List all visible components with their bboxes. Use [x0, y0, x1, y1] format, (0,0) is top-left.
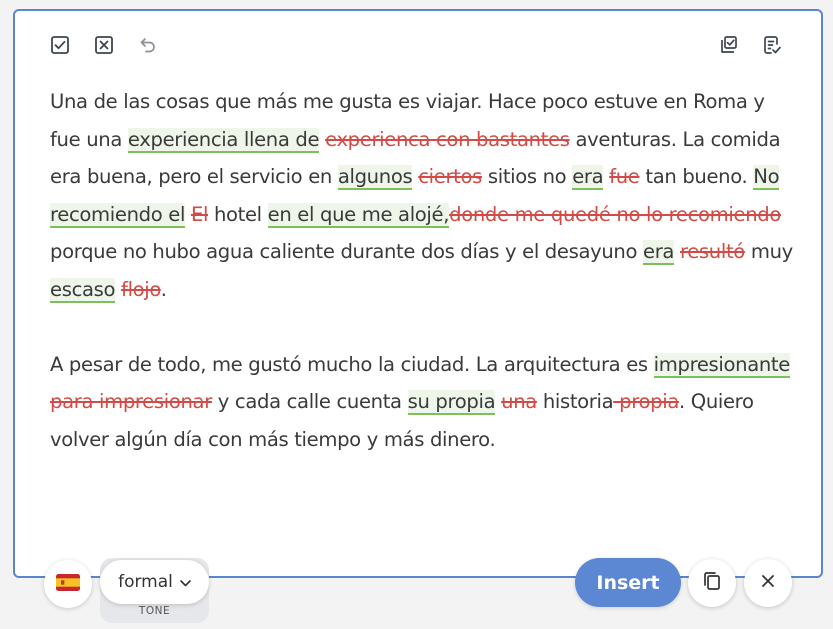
deletion[interactable]: una: [501, 390, 537, 413]
paragraph: A pesar de todo, me gustó mucho la ciuda…: [50, 346, 795, 459]
deletion[interactable]: experienca con bastantes: [325, 128, 570, 151]
undo-icon[interactable]: [136, 33, 160, 57]
text-run: .: [160, 277, 167, 301]
insert-button[interactable]: Insert: [575, 558, 681, 607]
insertion[interactable]: algunos: [337, 165, 413, 190]
deletion[interactable]: fue: [609, 165, 640, 188]
tone-dropdown[interactable]: formal: [100, 560, 209, 604]
text-run: muy: [744, 240, 793, 263]
copy-button[interactable]: [688, 559, 736, 607]
text-run: historia: [536, 390, 614, 413]
deletion[interactable]: propia: [613, 390, 679, 413]
insertion[interactable]: escaso: [50, 277, 115, 303]
close-button[interactable]: [744, 559, 792, 607]
corrected-text[interactable]: Una de las cosas que más me gusta es via…: [50, 83, 795, 458]
text-run: porque no hubo agua caliente durante dos…: [50, 240, 643, 263]
text-run: A pesar de todo, me gustó mucho la ciuda…: [50, 352, 654, 376]
text-run: tan bueno.: [639, 165, 754, 188]
chevron-down-icon: [180, 572, 191, 592]
tone-value: formal: [118, 572, 173, 592]
tone-selector: formal TONE: [100, 558, 209, 623]
close-icon: [759, 572, 777, 594]
text-run: hotel: [208, 202, 268, 226]
tone-label: TONE: [138, 605, 171, 617]
paragraph: Una de las cosas que más me gusta es via…: [50, 83, 795, 308]
insertion[interactable]: era: [572, 165, 604, 190]
deletion[interactable]: donde me quedé no lo recomiendo: [449, 203, 781, 226]
insertion[interactable]: su propia: [407, 390, 496, 415]
deletion[interactable]: para impresionar: [50, 390, 212, 413]
deletion[interactable]: ciertos: [418, 165, 482, 188]
deletion[interactable]: flojo: [121, 278, 161, 301]
reject-all-icon[interactable]: [92, 33, 116, 57]
insertion[interactable]: en el que me alojé,: [267, 202, 449, 228]
deletion[interactable]: resultó: [680, 240, 745, 263]
notes-icon[interactable]: [760, 33, 784, 57]
accept-all-icon[interactable]: [48, 33, 72, 57]
text-run: sitios no: [481, 165, 573, 188]
spain-flag-icon: [56, 573, 80, 595]
text-run: y cada calle cuenta: [211, 390, 408, 413]
insertion[interactable]: impresionante: [653, 352, 790, 378]
copy-icon: [701, 570, 723, 596]
deletion[interactable]: El: [191, 203, 208, 226]
correction-panel: Una de las cosas que más me gusta es via…: [13, 9, 823, 578]
language-button[interactable]: [44, 560, 92, 608]
review-changes-icon[interactable]: [716, 33, 740, 57]
insertion[interactable]: era: [643, 240, 674, 265]
insertion[interactable]: experiencia llena de: [127, 127, 320, 153]
